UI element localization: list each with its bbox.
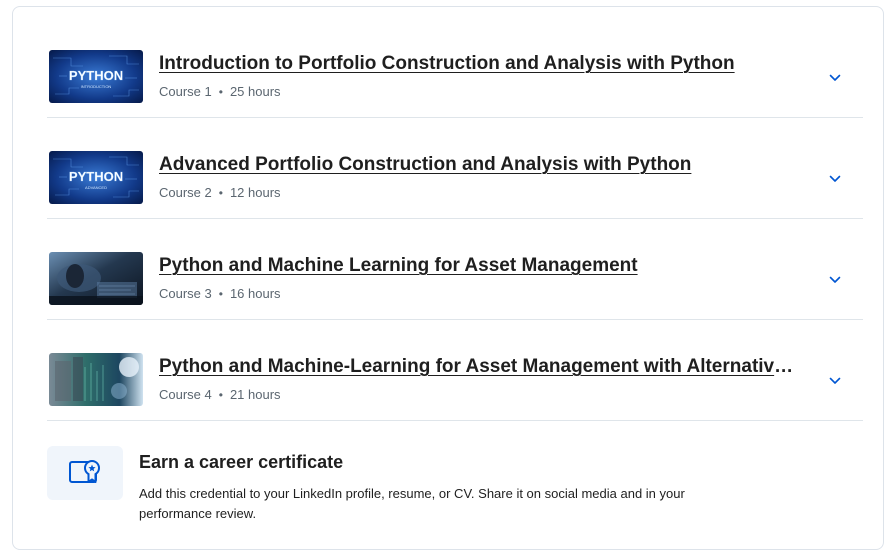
course-duration: 12 hours — [229, 185, 281, 200]
meta-separator: • — [218, 287, 223, 301]
expand-course-4-button[interactable] — [821, 367, 849, 395]
course-meta-2: Course 2 • 12 hours — [159, 185, 281, 200]
course-title-link-4[interactable]: Python and Machine-Learning for Asset Ma… — [159, 356, 799, 378]
course-item-2: PYTHON ADVANCED Advanced Portfolio Const… — [47, 118, 863, 219]
course-thumbnail-3 — [49, 252, 143, 305]
course-number: Course 1 — [159, 84, 212, 99]
course-title-link-3[interactable]: Python and Machine Learning for Asset Ma… — [159, 255, 799, 277]
expand-course-3-button[interactable] — [821, 266, 849, 294]
course-title-link-2[interactable]: Advanced Portfolio Construction and Anal… — [159, 154, 799, 176]
certificate-title: Earn a career certificate — [139, 452, 344, 472]
meta-separator: • — [218, 186, 223, 200]
course-list-card: PYTHON INTRODUCTION Introduction to Port… — [12, 6, 884, 550]
chevron-down-icon — [829, 377, 841, 384]
thumbnail-subtitle-text: INTRODUCTION — [81, 84, 112, 89]
meta-separator: • — [218, 85, 223, 99]
course-item-4: Python and Machine-Learning for Asset Ma… — [47, 320, 863, 421]
course-thumbnail-2: PYTHON ADVANCED — [49, 151, 143, 204]
course-number: Course 2 — [159, 185, 212, 200]
expand-course-1-button[interactable] — [821, 64, 849, 92]
thumbnail-subtitle-text: ADVANCED — [85, 185, 107, 190]
chevron-down-icon — [829, 276, 841, 283]
expand-course-2-button[interactable] — [821, 165, 849, 193]
chevron-down-icon — [829, 175, 841, 182]
course-thumbnail-4 — [49, 353, 143, 406]
thumbnail-title-text: PYTHON — [69, 68, 123, 83]
thumbnail-title-text: PYTHON — [69, 169, 123, 184]
course-duration: 21 hours — [229, 387, 281, 402]
course-item-3: Python and Machine Learning for Asset Ma… — [47, 219, 863, 320]
course-duration: 16 hours — [229, 286, 281, 301]
course-title-link-1[interactable]: Introduction to Portfolio Construction a… — [159, 53, 799, 75]
course-duration: 25 hours — [229, 84, 281, 99]
meta-separator: • — [218, 388, 223, 402]
course-number: Course 3 — [159, 286, 212, 301]
course-meta-1: Course 1 • 25 hours — [159, 84, 281, 99]
career-certificate-section: Earn a career certificate Add this crede… — [47, 432, 863, 532]
chevron-down-icon — [829, 74, 841, 81]
certificate-icon — [69, 460, 100, 483]
course-item-1: PYTHON INTRODUCTION Introduction to Port… — [47, 17, 863, 118]
course-number: Course 4 — [159, 387, 212, 402]
certificate-icon-container — [47, 446, 123, 500]
course-meta-3: Course 3 • 16 hours — [159, 286, 281, 301]
certificate-description: Add this credential to your LinkedIn pro… — [139, 486, 685, 521]
course-meta-4: Course 4 • 21 hours — [159, 387, 281, 402]
course-thumbnail-1: PYTHON INTRODUCTION — [49, 50, 143, 103]
